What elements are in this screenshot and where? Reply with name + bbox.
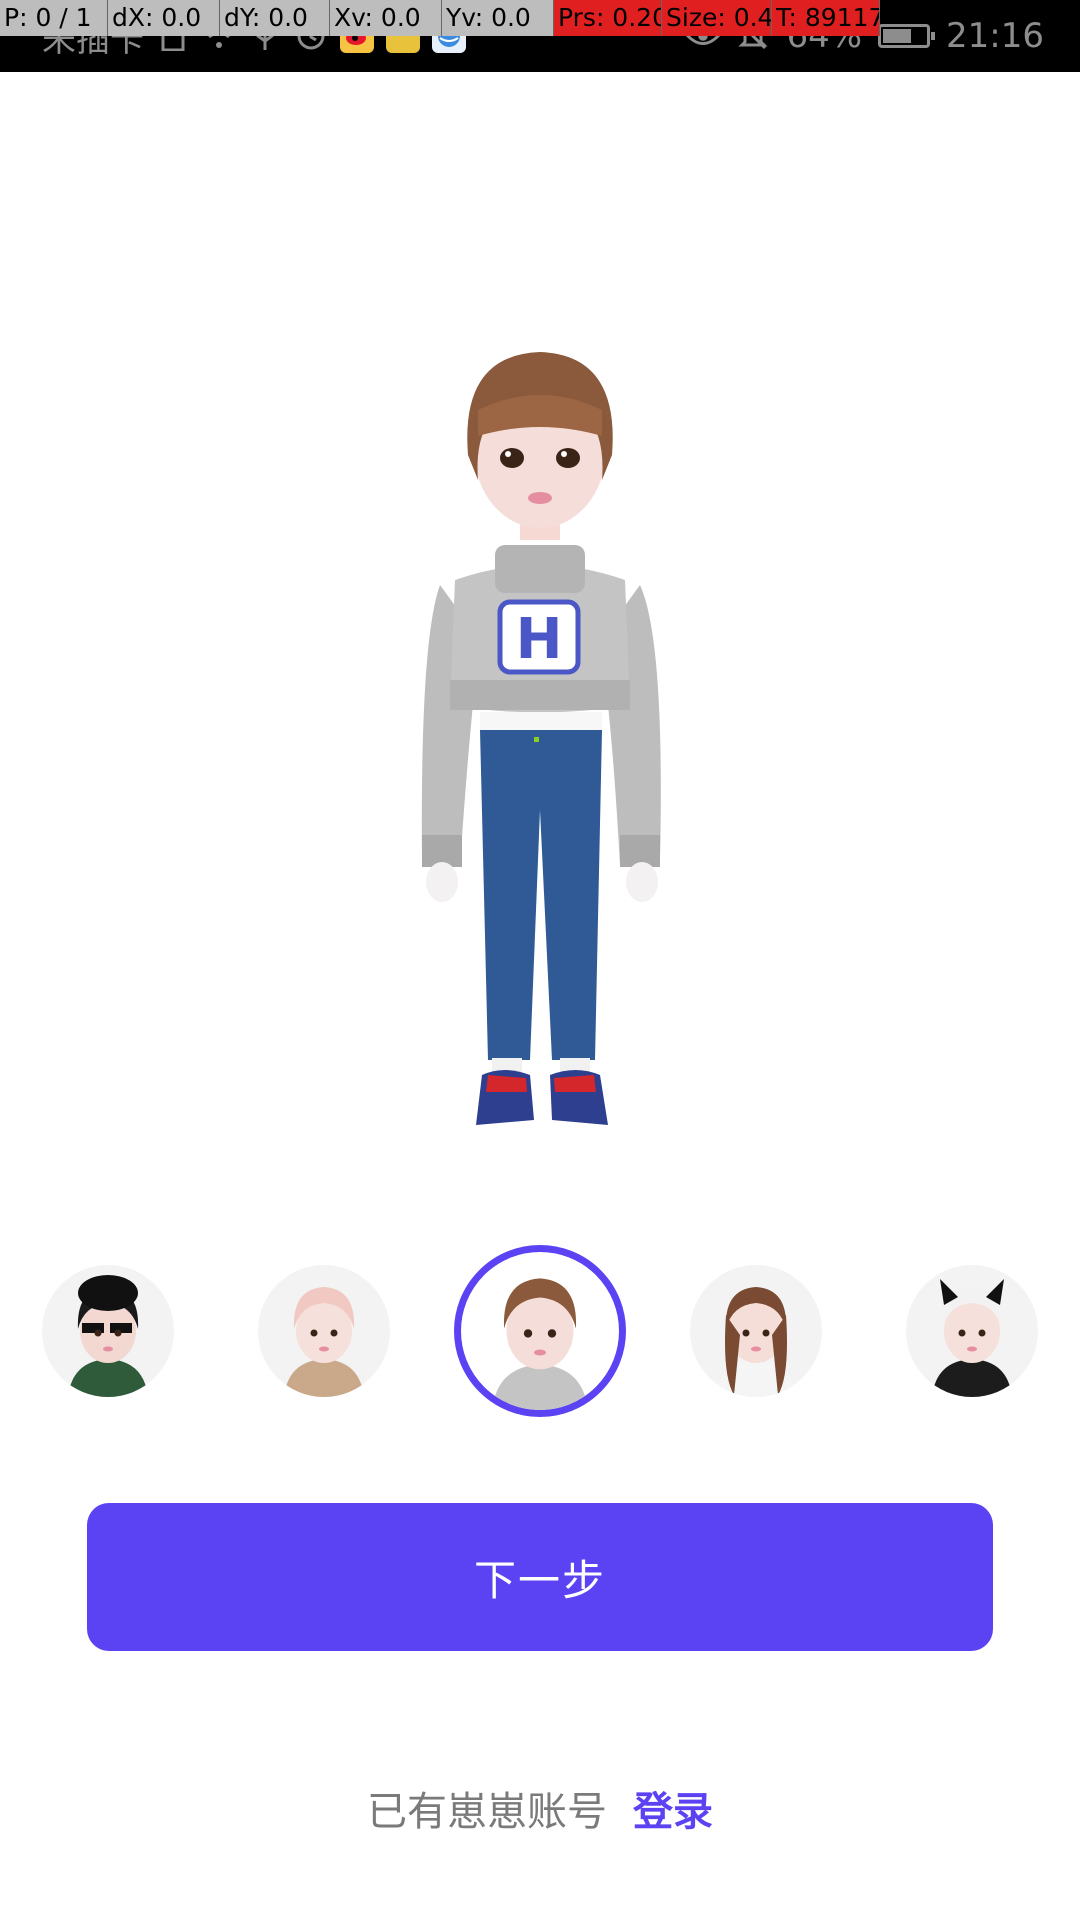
next-step-button[interactable]: 下一步 — [87, 1503, 993, 1651]
debug-cell: Xv: 0.0 — [330, 0, 442, 36]
login-link[interactable]: 登录 — [633, 1779, 713, 1837]
debug-cell: Yv: 0.0 — [442, 0, 554, 36]
debug-cell: Prs: 0.20 — [554, 0, 662, 36]
pointer-debug-overlay: P: 0 / 1 dX: 0.0 dY: 0.0 Xv: 0.0 Yv: 0.0 Prs:… — [0, 0, 1080, 36]
avatar-preview: H — [380, 340, 700, 1200]
avatar-figure: H — [421, 352, 661, 1125]
debug-cell: T: 891176 — [772, 0, 880, 36]
debug-cell: P: 0 / 1 — [0, 0, 108, 36]
debug-cell: Size: 0.40 — [662, 0, 772, 36]
avatar-cat-ears-white-hair[interactable] — [906, 1265, 1038, 1397]
login-prompt-text: 已有崽崽账号 — [367, 1789, 607, 1835]
avatar-selector — [0, 1245, 1080, 1425]
avatar-pink-hair-plaid[interactable] — [258, 1265, 390, 1397]
avatar-beanie-sunglasses[interactable] — [42, 1265, 174, 1397]
avatar-long-hair-girl[interactable] — [690, 1265, 822, 1397]
debug-cell: dY: 0.0 — [220, 0, 330, 36]
debug-cell: dX: 0.0 — [108, 0, 220, 36]
avatar-select-screen: 未插卡 64% 21:16 P: 0 / 1 dX: 0.0 dY: 0.0 X… — [0, 0, 1080, 1920]
avatar-bob-gray-sweater[interactable] — [454, 1245, 626, 1417]
login-row: 已有崽崽账号 登录 — [0, 1778, 1080, 1838]
sweater-letter: H — [516, 607, 563, 672]
